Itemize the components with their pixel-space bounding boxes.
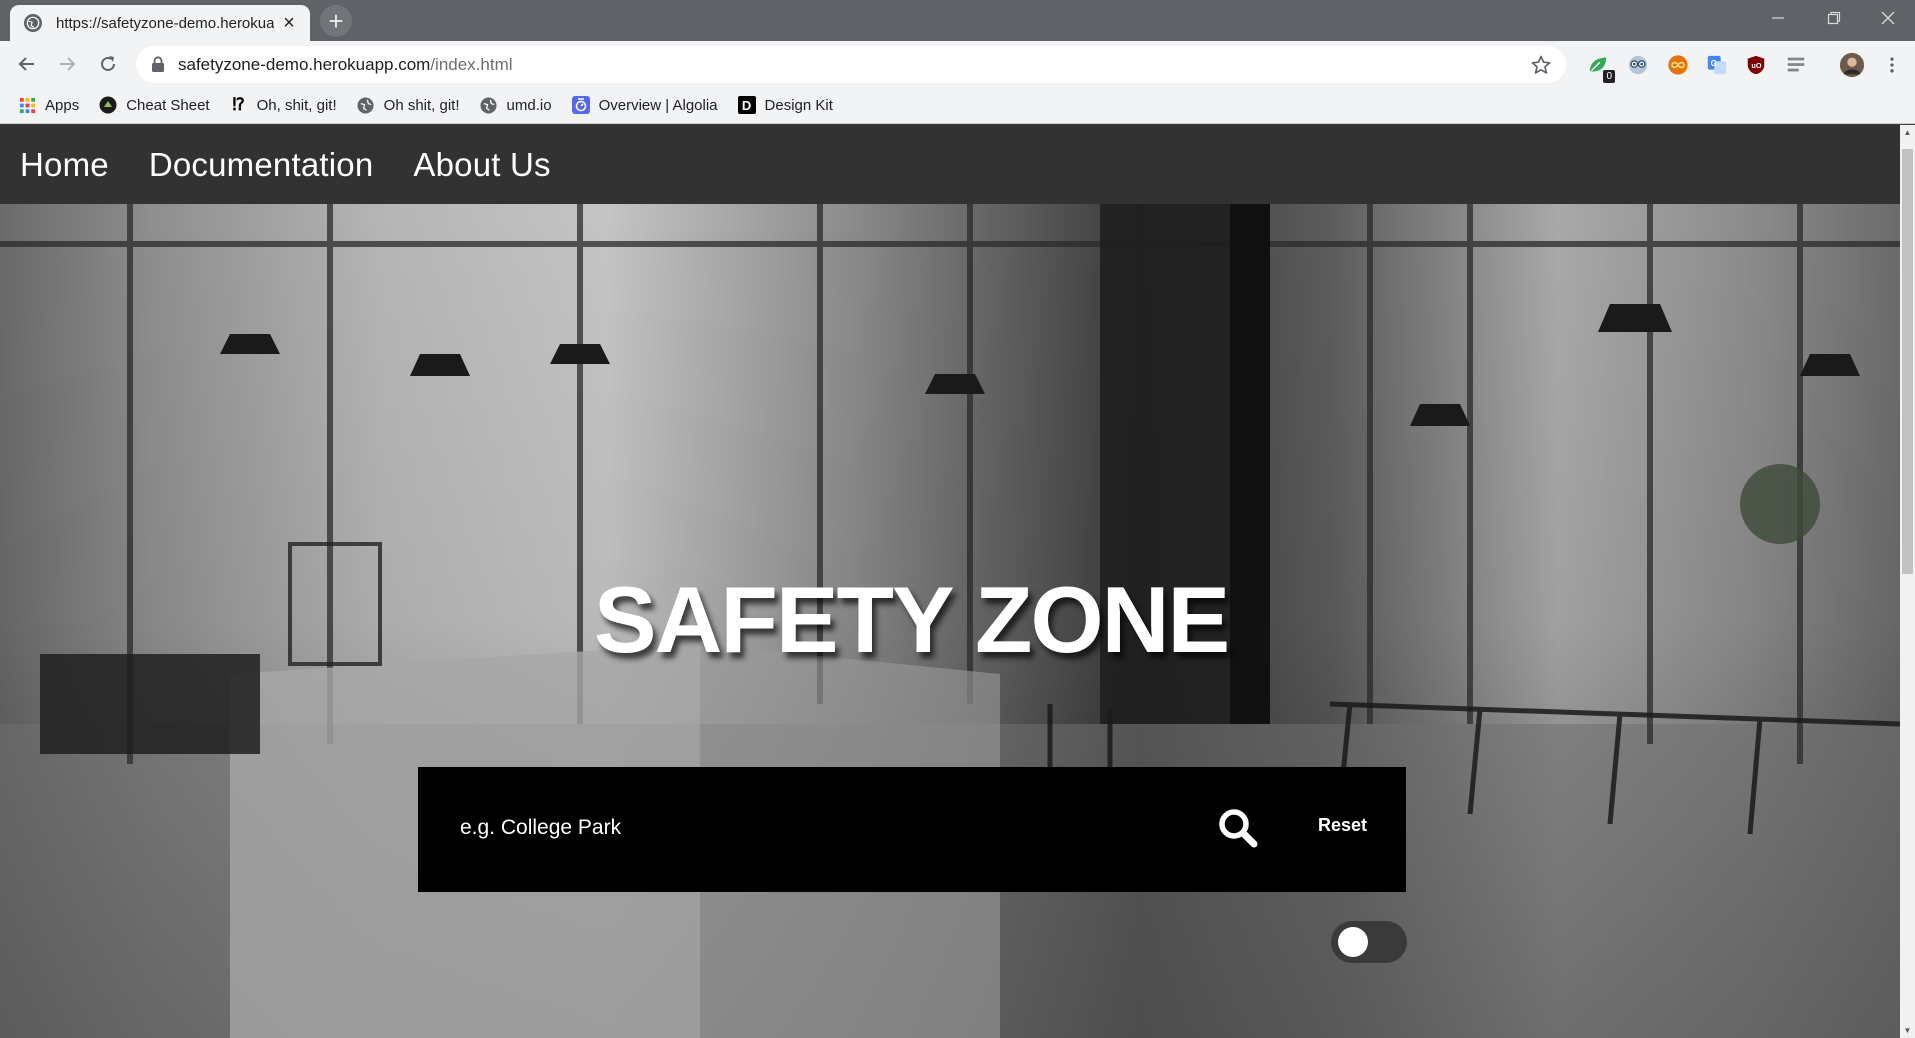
back-button[interactable] — [12, 49, 42, 79]
scroll-down-arrow-icon[interactable]: ▼ — [1900, 1023, 1915, 1038]
bookmark-apps[interactable]: Apps — [18, 96, 79, 114]
scroll-up-arrow-icon[interactable]: ▲ — [1900, 125, 1915, 140]
bookmark-oh-shit-git-1[interactable]: ⁉ Oh, shit, git! — [230, 95, 337, 114]
interrobang-icon: ⁉ — [232, 95, 245, 114]
ublock-extension[interactable]: uO — [1744, 53, 1768, 77]
restore-icon — [1827, 11, 1841, 25]
url-host: safetyzone-demo.herokuapp.com — [178, 55, 431, 74]
close-tab-icon[interactable]: × — [280, 13, 298, 33]
bookmark-cheat-sheet[interactable]: Cheat Sheet — [99, 96, 210, 114]
bookmark-label: Oh shit, git! — [383, 96, 460, 114]
bookmark-algolia[interactable]: Overview | Algolia — [571, 96, 718, 114]
bookmarks-bar: Apps Cheat Sheet ⁉ Oh, shit, git! Oh shi… — [0, 87, 1915, 124]
page-scrollbar[interactable]: ▲ ▼ — [1900, 125, 1915, 1038]
hero-title: SAFETY ZONE — [593, 567, 1230, 672]
close-icon — [1881, 11, 1895, 25]
forward-button[interactable] — [52, 49, 82, 79]
minimize-window-button[interactable] — [1755, 0, 1801, 36]
infinity-extension[interactable] — [1666, 53, 1690, 77]
bookmark-label: Apps — [45, 96, 80, 114]
bookmark-label: umd.io — [506, 96, 552, 114]
site-nav: Home Documentation About Us — [0, 125, 1900, 204]
cheat-sheet-icon — [99, 96, 117, 114]
back-arrow-icon — [18, 57, 34, 71]
reload-button[interactable] — [93, 49, 123, 79]
reload-icon — [101, 56, 115, 71]
leaf-badge-extension[interactable]: 0 — [1586, 53, 1615, 83]
bookmark-label: Overview | Algolia — [598, 96, 718, 114]
hero-section: SAFETY ZONE Reset — [0, 204, 1900, 1038]
bookmark-design-kit[interactable]: D Design Kit — [737, 96, 833, 114]
apps-grid-icon — [18, 96, 36, 114]
url-path: /index.html — [430, 55, 513, 74]
nav-documentation-link[interactable]: Documentation — [149, 146, 374, 184]
owl-extension[interactable] — [1626, 53, 1650, 77]
scrollbar-thumb[interactable] — [1902, 149, 1913, 574]
browser-title-bar: https://safetyzone-demo.herokuapp.com/in… — [0, 0, 1915, 41]
shield-icon: uO — [1747, 55, 1765, 75]
extension-badge: 0 — [1603, 70, 1615, 83]
browser-menu-button[interactable] — [1880, 53, 1904, 77]
kebab-menu-icon — [1890, 57, 1894, 73]
bookmark-oh-shit-git-2[interactable]: Oh shit, git! — [357, 96, 460, 114]
url-text[interactable]: safetyzone-demo.herokuapp.com/index.html — [178, 55, 513, 75]
svg-text:G: G — [1711, 59, 1717, 68]
svg-text:uO: uO — [1751, 61, 1761, 70]
browser-tab[interactable]: https://safetyzone-demo.herokuapp.com/in… — [10, 5, 310, 41]
globe-icon — [357, 96, 375, 114]
translate-extension[interactable]: G — [1705, 53, 1729, 77]
forward-arrow-icon — [60, 57, 76, 71]
profile-avatar[interactable] — [1838, 51, 1866, 79]
translate-icon: G — [1707, 55, 1727, 75]
nav-home-link[interactable]: Home — [20, 146, 109, 184]
browser-toolbar: safetyzone-demo.herokuapp.com/index.html… — [0, 41, 1915, 87]
design-kit-icon: D — [737, 96, 756, 114]
restore-window-button[interactable] — [1811, 0, 1857, 36]
globe-icon — [24, 14, 42, 32]
page-viewport: Home Documentation About Us SAFETY ZONE … — [0, 125, 1915, 1038]
tab-title: https://safetyzone-demo.herokuapp.com/in… — [56, 14, 274, 32]
bookmark-umd-io[interactable]: umd.io — [480, 96, 552, 114]
infinity-icon — [1668, 55, 1688, 75]
owl-icon — [1628, 55, 1648, 75]
bookmark-label: Design Kit — [764, 96, 833, 114]
address-bar[interactable]: safetyzone-demo.herokuapp.com/index.html — [136, 46, 1566, 83]
reader-extension[interactable] — [1784, 53, 1808, 77]
toggle-knob — [1338, 927, 1368, 957]
reader-lines-icon — [1787, 57, 1805, 72]
globe-icon — [480, 96, 498, 114]
search-icon[interactable] — [1216, 806, 1260, 850]
bookmark-label: Cheat Sheet — [126, 96, 210, 114]
bookmark-label: Oh, shit, git! — [256, 96, 337, 114]
close-window-button[interactable] — [1865, 0, 1911, 36]
new-tab-button[interactable]: + — [320, 5, 352, 37]
search-bar: Reset — [418, 767, 1406, 892]
toggle-switch[interactable] — [1331, 921, 1407, 963]
avatar-icon — [1839, 52, 1865, 78]
minimize-icon — [1772, 17, 1784, 19]
reset-button[interactable]: Reset — [1318, 815, 1367, 836]
nav-about-us-link[interactable]: About Us — [413, 146, 550, 184]
algolia-icon — [571, 96, 590, 114]
lock-icon[interactable] — [150, 56, 166, 73]
location-search-input[interactable] — [458, 805, 1222, 851]
bookmark-star-icon[interactable] — [1530, 54, 1552, 76]
